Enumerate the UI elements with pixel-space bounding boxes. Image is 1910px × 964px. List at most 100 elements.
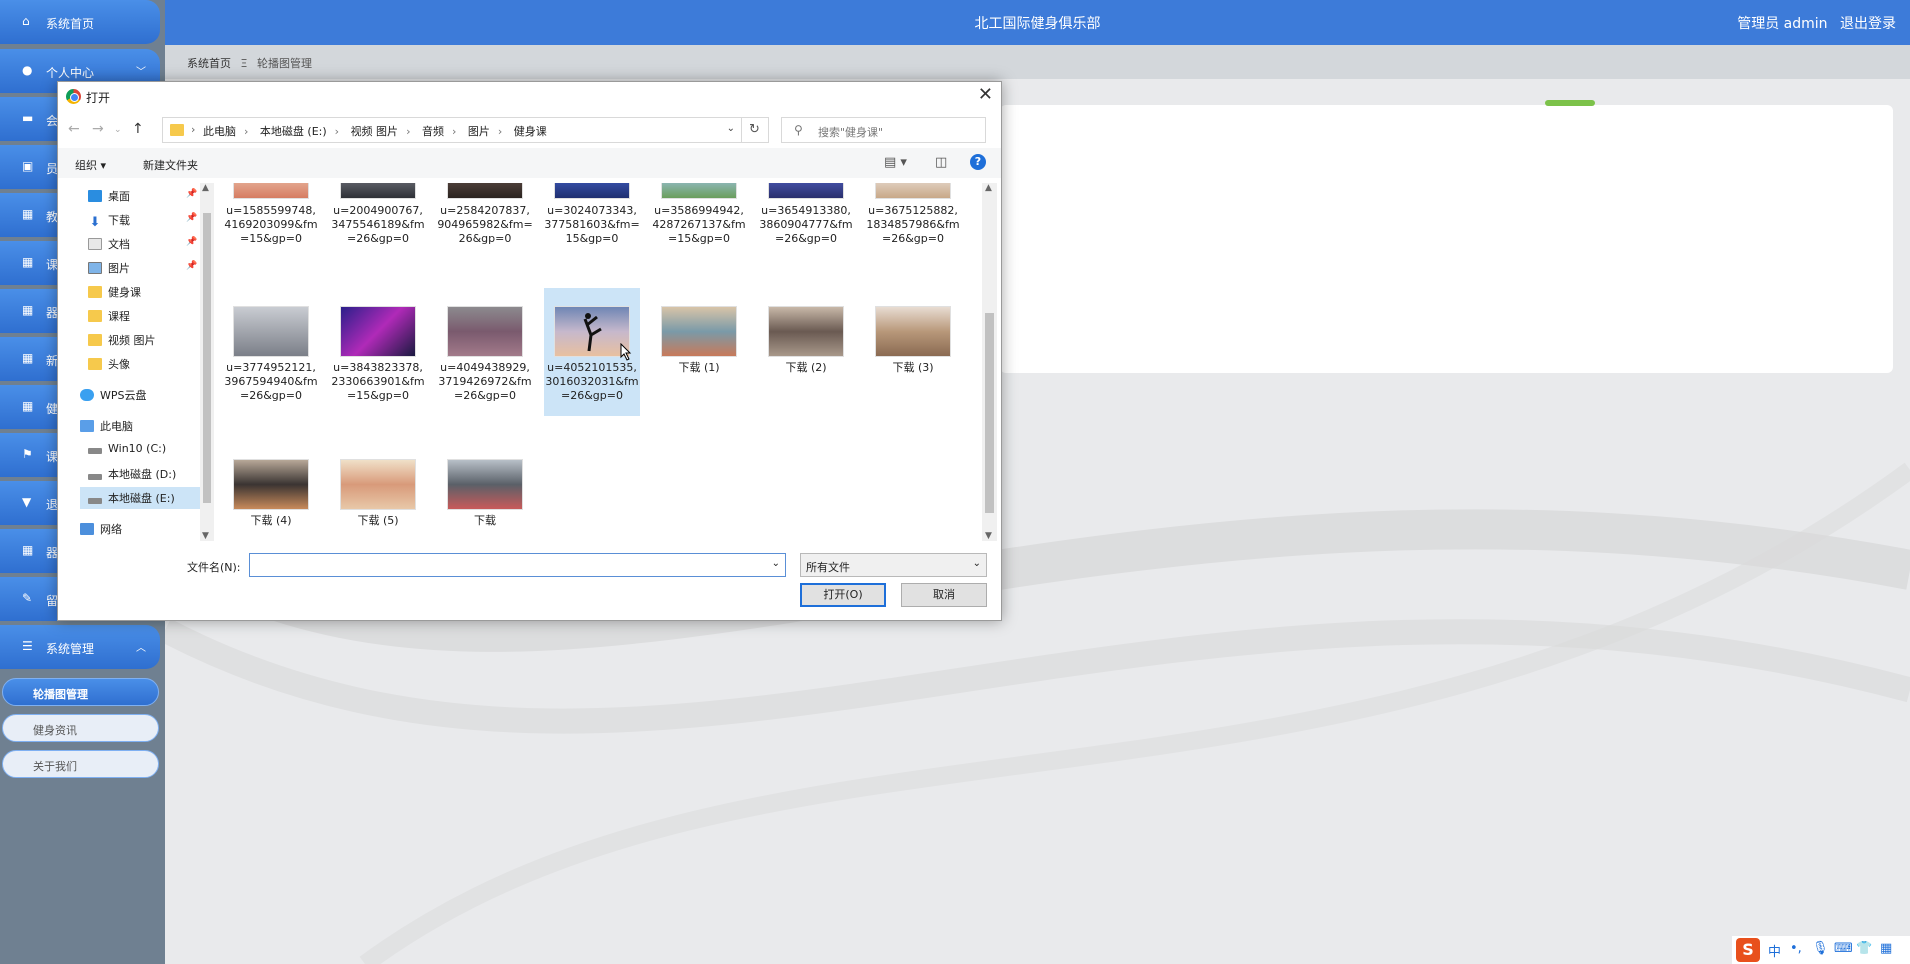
ime-toolbar: S 中 •, 🎙 ⌨ 👕 ▦	[1732, 936, 1910, 964]
refresh-icon[interactable]: ↻	[741, 117, 769, 143]
file-tile[interactable]: u=3586994942,4287267137&fm=15&gp=0	[651, 183, 747, 293]
file-tile[interactable]: u=2584207837,904965982&fm=26&gp=0	[437, 183, 533, 293]
file-tile[interactable]: u=3774952121,3967594940&fm=26&gp=0	[223, 298, 319, 416]
tree-item-wps-cloud[interactable]: WPS云盘	[80, 387, 147, 403]
close-icon[interactable]: ✕	[978, 84, 993, 105]
scroll-down-icon[interactable]: ▼	[202, 531, 209, 541]
file-tile[interactable]: u=1585599748,4169203099&fm=15&gp=0	[223, 183, 319, 293]
file-tile[interactable]: 下载 (5)	[330, 451, 426, 541]
tree-item-network[interactable]: 网络	[80, 521, 122, 537]
filetype-select[interactable]: 所有文件 ⌄	[800, 553, 987, 577]
skin-icon[interactable]: 👕	[1856, 941, 1872, 956]
tree-item-folder[interactable]: 健身课	[88, 284, 141, 300]
file-tile[interactable]: 下载 (4)	[223, 451, 319, 541]
tree-item-documents[interactable]: 文档 📌	[88, 236, 197, 252]
path-segment[interactable]: 健身课	[514, 125, 547, 138]
microphone-icon[interactable]: 🎙	[1812, 941, 1829, 956]
file-name: u=3843823378,2330663901&fm=15&gp=0	[331, 361, 425, 402]
sogou-logo-icon[interactable]: S	[1736, 938, 1760, 962]
files-scrollbar[interactable]: ▲ ▼	[982, 183, 997, 541]
file-name: 下载 (4)	[250, 514, 292, 527]
search-input[interactable]: ⚲ 搜索"健身课"	[781, 117, 986, 143]
path-segment[interactable]: 视频 图片	[351, 125, 399, 138]
file-name: u=3774952121,3967594940&fm=26&gp=0	[224, 361, 318, 402]
sidebar-sub-news[interactable]: 健身资讯	[2, 714, 159, 742]
file-tile[interactable]: 下载	[437, 451, 533, 541]
chevron-down-icon[interactable]: ⌄	[772, 558, 780, 569]
folder-icon	[170, 124, 184, 136]
open-button[interactable]: 打开(O)	[800, 583, 886, 607]
toolbox-icon[interactable]: ▦	[1880, 941, 1892, 956]
organize-button[interactable]: 组织 ▾	[75, 157, 106, 173]
filename-input[interactable]: ⌄	[249, 553, 786, 577]
image-thumbnail	[447, 183, 523, 199]
dialog-titlebar[interactable]: 打开 ✕	[58, 82, 1001, 110]
tree-item-folder[interactable]: 头像	[88, 356, 130, 372]
preview-pane-icon[interactable]: ◫	[935, 155, 947, 170]
file-name: 下载	[474, 514, 496, 527]
address-bar[interactable]: › 此电脑 › 本地磁盘 (E:) › 视频 图片 › 音频 › 图片 › 健身课 ⌄	[162, 117, 742, 143]
file-tile[interactable]: u=3675125882,1834857986&fm=26&gp=0	[865, 183, 961, 293]
grid-icon: ▦	[22, 351, 34, 365]
image-thumbnail	[447, 306, 523, 357]
scrollbar-thumb[interactable]	[985, 313, 994, 513]
file-name: u=3024073343,377581603&fm=15&gp=0	[544, 204, 640, 245]
help-icon[interactable]: ?	[970, 154, 986, 170]
file-tile[interactable]: u=4049438929,3719426972&fm=26&gp=0	[437, 298, 533, 416]
keyboard-icon[interactable]: ⌨	[1834, 941, 1853, 956]
tree-item-drive-d[interactable]: 本地磁盘 (D:)	[88, 466, 176, 482]
filetype-value: 所有文件	[806, 561, 850, 574]
breadcrumb-home[interactable]: 系统首页	[187, 57, 231, 70]
new-folder-button[interactable]: 新建文件夹	[143, 157, 198, 173]
file-name: u=2584207837,904965982&fm=26&gp=0	[437, 204, 533, 245]
tree-item-this-pc[interactable]: 此电脑	[80, 418, 133, 434]
tree-item-folder[interactable]: 课程	[88, 308, 130, 324]
chevron-up-icon: ︿	[136, 643, 146, 654]
up-arrow-icon[interactable]: ↑	[132, 121, 144, 137]
folder-icon	[88, 310, 102, 322]
logout-link[interactable]: 退出登录	[1840, 16, 1896, 32]
forward-arrow-icon[interactable]: →	[92, 121, 104, 137]
tree-scrollbar[interactable]: ▲ ▼	[200, 183, 214, 541]
punctuation-icon[interactable]: •,	[1790, 941, 1802, 956]
file-tile[interactable]: u=3024073343,377581603&fm=15&gp=0	[544, 183, 640, 293]
clipboard-icon: ▣	[22, 159, 34, 173]
sidebar-item-system[interactable]: ☰ 系统管理 ︿	[0, 625, 160, 669]
path-segment[interactable]: 音频	[422, 125, 444, 138]
file-tile[interactable]: u=3843823378,2330663901&fm=15&gp=0	[330, 298, 426, 416]
sidebar-sub-about[interactable]: 关于我们	[2, 750, 159, 778]
picture-icon	[88, 262, 102, 274]
sidebar-item-home[interactable]: ⌂ 系统首页	[0, 0, 160, 44]
scroll-up-icon[interactable]: ▲	[985, 183, 992, 193]
image-thumbnail	[768, 183, 844, 199]
chevron-down-icon[interactable]: ⌄	[727, 123, 735, 134]
chevron-down-icon: ﹀	[136, 67, 146, 78]
scroll-up-icon[interactable]: ▲	[202, 183, 209, 193]
tree-item-drive-e[interactable]: 本地磁盘 (E:)	[80, 487, 200, 509]
tree-item-folder[interactable]: 视频 图片	[88, 332, 156, 348]
sidebar-sub-banner[interactable]: 轮播图管理	[2, 678, 159, 706]
recent-chevron-icon[interactable]: ⌄	[114, 125, 122, 135]
scrollbar-thumb[interactable]	[203, 213, 211, 503]
path-segment[interactable]: 图片	[468, 125, 490, 138]
scroll-down-icon[interactable]: ▼	[985, 531, 992, 541]
tree-item-desktop[interactable]: 桌面 📌	[88, 188, 197, 204]
file-tile[interactable]: 下载 (3)	[865, 298, 961, 416]
file-name: 下载 (3)	[892, 361, 934, 374]
path-segment[interactable]: 此电脑	[203, 125, 236, 138]
document-icon	[88, 238, 102, 250]
view-options-icon[interactable]: ▤ ▾	[884, 155, 907, 170]
file-tile[interactable]: 下载 (2)	[758, 298, 854, 416]
tree-item-drive-c[interactable]: Win10 (C:)	[88, 442, 166, 455]
file-tile[interactable]: 下载 (1)	[651, 298, 747, 416]
path-segment[interactable]: 本地磁盘 (E:)	[260, 125, 327, 138]
ime-lang[interactable]: 中	[1768, 941, 1781, 960]
cancel-button[interactable]: 取消	[901, 583, 987, 607]
back-arrow-icon[interactable]: ←	[68, 121, 80, 137]
file-tile[interactable]: u=2004900767,3475546189&fm=26&gp=0	[330, 183, 426, 293]
file-tile[interactable]: u=3654913380,3860904777&fm=26&gp=0	[758, 183, 854, 293]
tree-item-downloads[interactable]: ⬇ 下载 📌	[88, 212, 198, 230]
navigation-row: ← → ⌄ ↑ › 此电脑 › 本地磁盘 (E:) › 视频 图片 › 音频 › 图片 ›…	[58, 117, 1001, 143]
tree-item-pictures[interactable]: 图片 📌	[88, 260, 197, 276]
tree-label: 桌面	[108, 190, 130, 203]
